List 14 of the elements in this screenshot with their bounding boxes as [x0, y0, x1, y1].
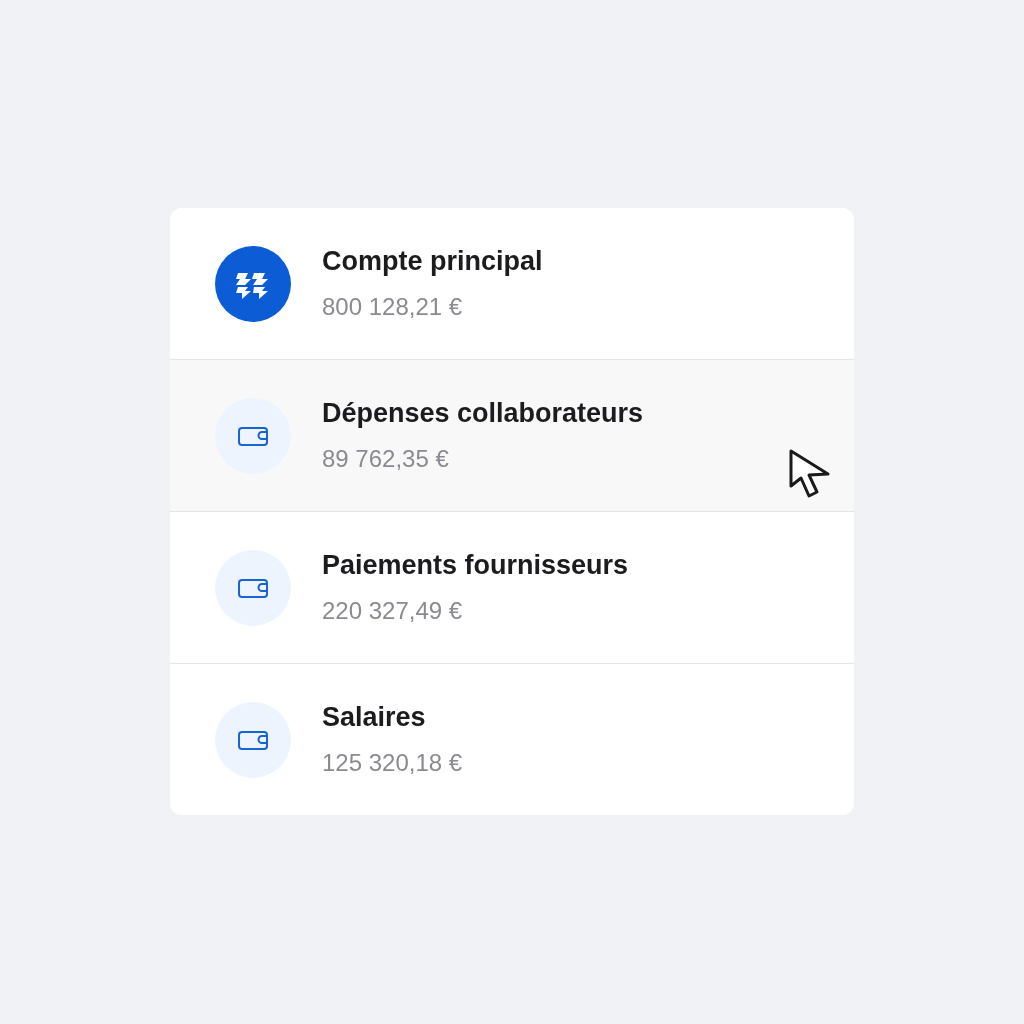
logo-icon	[215, 245, 291, 322]
account-balance: 125 320,18 €	[322, 748, 463, 778]
account-balance: 800 128,21 €	[322, 292, 464, 322]
account-name: Dépenses collaborateurs	[322, 397, 644, 429]
account-name: Salaires	[322, 701, 427, 733]
account-row[interactable]: Compte principal 800 128,21 €	[170, 208, 854, 360]
account-row[interactable]: Dépenses collaborateurs 89 762,35 €	[170, 360, 854, 512]
wallet-icon	[215, 397, 291, 474]
account-balance: 220 327,49 €	[322, 596, 464, 626]
account-name: Compte principal	[322, 245, 543, 277]
account-balance: 89 762,35 €	[322, 444, 450, 474]
wallet-icon	[215, 701, 291, 778]
wallet-icon	[215, 549, 291, 626]
account-name: Paiements fournisseurs	[322, 549, 629, 581]
